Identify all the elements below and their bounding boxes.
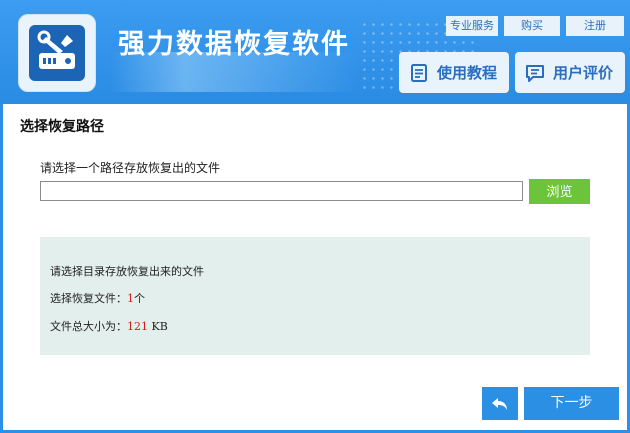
app-window: 强力数据恢复软件 专业服务 购买 注册 使用教程 用户评价 选择恢复路径 请选择… — [0, 0, 630, 433]
section-title: 选择恢复路径 — [20, 119, 104, 135]
chat-icon — [526, 64, 544, 82]
size-label: 文件总大小为： — [50, 320, 127, 333]
header: 强力数据恢复软件 专业服务 购买 注册 使用教程 用户评价 — [0, 0, 630, 104]
app-title: 强力数据恢复软件 — [118, 29, 350, 60]
review-label: 用户评价 — [553, 64, 614, 82]
review-button[interactable]: 用户评价 — [515, 52, 625, 93]
back-arrow-icon — [492, 397, 507, 410]
tutorial-button[interactable]: 使用教程 — [399, 52, 509, 93]
browse-button[interactable]: 浏览 — [529, 179, 590, 204]
path-prompt: 请选择一个路径存放恢复出的文件 — [40, 161, 221, 175]
size-unit: KB — [148, 320, 168, 333]
files-label: 选择恢复文件： — [50, 292, 127, 305]
files-unit: 个 — [134, 292, 145, 305]
document-icon — [411, 63, 427, 82]
buy-link[interactable]: 购买 — [504, 16, 560, 36]
summary-heading: 请选择目录存放恢复出来的文件 — [50, 265, 204, 278]
size-value: 121 — [127, 320, 148, 333]
top-links: 专业服务 购买 注册 — [446, 16, 624, 36]
summary-panel: 请选择目录存放恢复出来的文件 选择恢复文件：1个 文件总大小为：121 KB — [40, 237, 590, 355]
main-content: 选择恢复路径 请选择一个路径存放恢复出的文件 浏览 请选择目录存放恢复出来的文件… — [3, 104, 627, 430]
files-count-line: 选择恢复文件：1个 — [50, 290, 145, 306]
pro-service-link[interactable]: 专业服务 — [446, 16, 498, 36]
files-count: 1 — [127, 292, 134, 305]
hdd-wrench-icon — [29, 25, 85, 81]
tutorial-label: 使用教程 — [437, 64, 498, 82]
register-link[interactable]: 注册 — [566, 16, 624, 36]
next-button[interactable]: 下一步 — [524, 387, 619, 420]
total-size-line: 文件总大小为：121 KB — [50, 318, 168, 334]
back-button[interactable] — [482, 387, 518, 420]
path-input[interactable] — [40, 181, 523, 201]
app-logo — [18, 14, 96, 92]
